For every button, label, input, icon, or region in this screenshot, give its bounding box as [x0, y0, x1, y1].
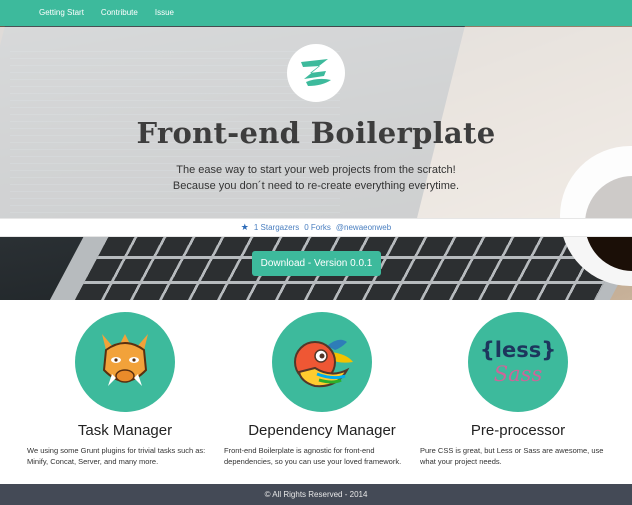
feature-title: Dependency Manager — [248, 422, 396, 439]
forks-link[interactable]: 0 Forks — [304, 223, 331, 232]
handle-link[interactable]: @newaeonweb — [336, 223, 391, 232]
subtitle-line-2: Because you don´t need to re-create ever… — [172, 180, 460, 192]
star-icon: ★ — [240, 222, 249, 232]
download-button[interactable]: Download - Version 0.0.1 — [252, 251, 381, 276]
stargazers-link[interactable]: 1 Stargazers — [254, 223, 299, 232]
feature-task-manager: Task Manager We using some Grunt plugins… — [27, 312, 223, 467]
grunt-boar-icon — [75, 312, 175, 412]
feature-description: Pure CSS is great, but Less or Sass are … — [420, 446, 604, 466]
feature-description: Front-end Boilerplate is agnostic for fr… — [224, 446, 402, 466]
github-stats-bar: ★ 1 Stargazers 0 Forks @newaeonweb — [0, 218, 632, 237]
footer-text: © All Rights Reserved - 2014 — [264, 490, 368, 499]
nav-contribute[interactable]: Contribute — [101, 0, 138, 26]
page-title: Front-end Boilerplate — [136, 116, 496, 150]
feature-description: We using some Grunt plugins for trivial … — [27, 446, 206, 466]
features-section: Task Manager We using some Grunt plugins… — [0, 300, 632, 484]
less-logo: {less} — [479, 338, 557, 362]
top-navbar: Getting Start Contribute Issue — [0, 0, 632, 26]
feature-title: Task Manager — [77, 422, 173, 439]
sass-logo: Sass — [493, 362, 543, 386]
hero-subtitle: The ease way to start your web projects … — [0, 162, 632, 194]
subtitle-line-1: The ease way to start your web projects … — [176, 164, 456, 176]
page-footer: © All Rights Reserved - 2014 — [0, 484, 632, 505]
nav-issue[interactable]: Issue — [155, 0, 174, 26]
feature-dependency-manager: Dependency Manager Front-end Boilerplate… — [224, 312, 420, 467]
z-logo-icon — [287, 44, 345, 102]
feature-pre-processor: {less} Sass Pre-processor Pure CSS is gr… — [420, 312, 616, 467]
bower-bird-icon — [272, 312, 372, 412]
less-sass-icon: {less} Sass — [468, 312, 568, 412]
feature-title: Pre-processor — [470, 422, 566, 439]
nav-getting-start[interactable]: Getting Start — [39, 0, 84, 26]
